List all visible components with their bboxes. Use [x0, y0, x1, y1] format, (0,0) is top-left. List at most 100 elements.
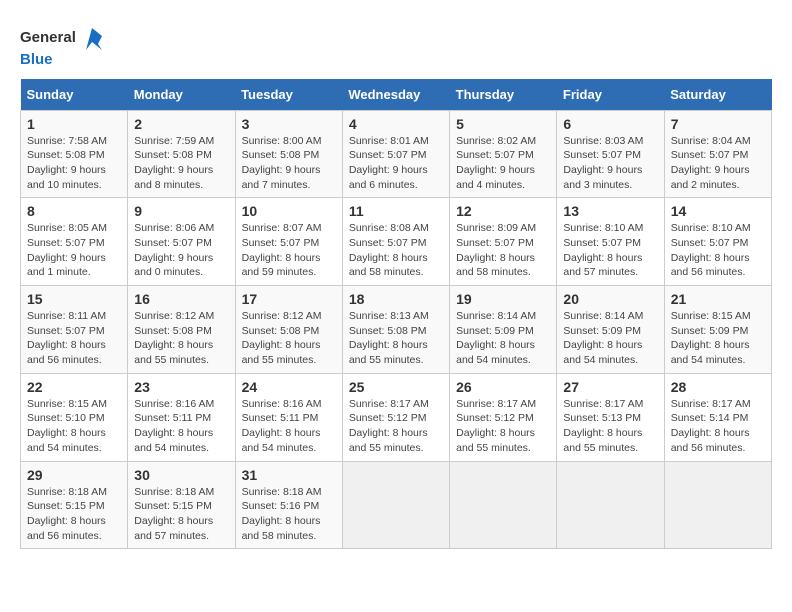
day-number: 21 — [671, 291, 765, 307]
day-detail: Sunrise: 8:10 AM Sunset: 5:07 PM Dayligh… — [563, 221, 657, 280]
day-detail: Sunrise: 7:59 AM Sunset: 5:08 PM Dayligh… — [134, 134, 228, 193]
day-number: 28 — [671, 379, 765, 395]
calendar-cell: 27 Sunrise: 8:17 AM Sunset: 5:13 PM Dayl… — [557, 373, 664, 461]
calendar-cell: 19 Sunrise: 8:14 AM Sunset: 5:09 PM Dayl… — [450, 286, 557, 374]
day-number: 6 — [563, 116, 657, 132]
calendar-cell: 9 Sunrise: 8:06 AM Sunset: 5:07 PM Dayli… — [128, 198, 235, 286]
day-number: 24 — [242, 379, 336, 395]
day-number: 4 — [349, 116, 443, 132]
day-number: 29 — [27, 467, 121, 483]
calendar-cell: 1 Sunrise: 7:58 AM Sunset: 5:08 PM Dayli… — [21, 110, 128, 198]
calendar-cell — [557, 461, 664, 549]
header-saturday: Saturday — [664, 79, 771, 111]
logo: General Blue — [20, 20, 106, 69]
logo-blue: Blue — [20, 52, 106, 69]
day-detail: Sunrise: 8:17 AM Sunset: 5:14 PM Dayligh… — [671, 397, 765, 456]
calendar-cell: 3 Sunrise: 8:00 AM Sunset: 5:08 PM Dayli… — [235, 110, 342, 198]
week-row-1: 1 Sunrise: 7:58 AM Sunset: 5:08 PM Dayli… — [21, 110, 772, 198]
calendar-cell: 16 Sunrise: 8:12 AM Sunset: 5:08 PM Dayl… — [128, 286, 235, 374]
week-row-2: 8 Sunrise: 8:05 AM Sunset: 5:07 PM Dayli… — [21, 198, 772, 286]
day-number: 16 — [134, 291, 228, 307]
day-number: 12 — [456, 203, 550, 219]
day-number: 17 — [242, 291, 336, 307]
header-wednesday: Wednesday — [342, 79, 449, 111]
calendar-header-row: SundayMondayTuesdayWednesdayThursdayFrid… — [21, 79, 772, 111]
week-row-5: 29 Sunrise: 8:18 AM Sunset: 5:15 PM Dayl… — [21, 461, 772, 549]
day-detail: Sunrise: 8:08 AM Sunset: 5:07 PM Dayligh… — [349, 221, 443, 280]
day-detail: Sunrise: 8:11 AM Sunset: 5:07 PM Dayligh… — [27, 309, 121, 368]
calendar-cell: 28 Sunrise: 8:17 AM Sunset: 5:14 PM Dayl… — [664, 373, 771, 461]
day-detail: Sunrise: 8:01 AM Sunset: 5:07 PM Dayligh… — [349, 134, 443, 193]
calendar-cell: 26 Sunrise: 8:17 AM Sunset: 5:12 PM Dayl… — [450, 373, 557, 461]
day-detail: Sunrise: 8:03 AM Sunset: 5:07 PM Dayligh… — [563, 134, 657, 193]
day-detail: Sunrise: 8:16 AM Sunset: 5:11 PM Dayligh… — [242, 397, 336, 456]
calendar-cell: 4 Sunrise: 8:01 AM Sunset: 5:07 PM Dayli… — [342, 110, 449, 198]
day-detail: Sunrise: 8:13 AM Sunset: 5:08 PM Dayligh… — [349, 309, 443, 368]
calendar-cell: 8 Sunrise: 8:05 AM Sunset: 5:07 PM Dayli… — [21, 198, 128, 286]
day-detail: Sunrise: 8:14 AM Sunset: 5:09 PM Dayligh… — [563, 309, 657, 368]
calendar-cell: 14 Sunrise: 8:10 AM Sunset: 5:07 PM Dayl… — [664, 198, 771, 286]
page-header: General Blue — [20, 20, 772, 69]
day-number: 23 — [134, 379, 228, 395]
day-number: 26 — [456, 379, 550, 395]
calendar-cell: 10 Sunrise: 8:07 AM Sunset: 5:07 PM Dayl… — [235, 198, 342, 286]
calendar-cell: 6 Sunrise: 8:03 AM Sunset: 5:07 PM Dayli… — [557, 110, 664, 198]
calendar-cell: 31 Sunrise: 8:18 AM Sunset: 5:16 PM Dayl… — [235, 461, 342, 549]
header-sunday: Sunday — [21, 79, 128, 111]
day-number: 31 — [242, 467, 336, 483]
calendar-cell: 18 Sunrise: 8:13 AM Sunset: 5:08 PM Dayl… — [342, 286, 449, 374]
day-number: 8 — [27, 203, 121, 219]
day-detail: Sunrise: 8:04 AM Sunset: 5:07 PM Dayligh… — [671, 134, 765, 193]
day-number: 15 — [27, 291, 121, 307]
header-tuesday: Tuesday — [235, 79, 342, 111]
day-number: 3 — [242, 116, 336, 132]
day-detail: Sunrise: 8:15 AM Sunset: 5:10 PM Dayligh… — [27, 397, 121, 456]
day-detail: Sunrise: 8:14 AM Sunset: 5:09 PM Dayligh… — [456, 309, 550, 368]
calendar-cell: 21 Sunrise: 8:15 AM Sunset: 5:09 PM Dayl… — [664, 286, 771, 374]
day-detail: Sunrise: 7:58 AM Sunset: 5:08 PM Dayligh… — [27, 134, 121, 193]
logo-bird-icon — [78, 24, 106, 52]
day-number: 20 — [563, 291, 657, 307]
logo-general: General — [20, 30, 76, 47]
day-number: 11 — [349, 203, 443, 219]
day-detail: Sunrise: 8:16 AM Sunset: 5:11 PM Dayligh… — [134, 397, 228, 456]
day-detail: Sunrise: 8:17 AM Sunset: 5:12 PM Dayligh… — [456, 397, 550, 456]
day-detail: Sunrise: 8:02 AM Sunset: 5:07 PM Dayligh… — [456, 134, 550, 193]
day-number: 2 — [134, 116, 228, 132]
week-row-4: 22 Sunrise: 8:15 AM Sunset: 5:10 PM Dayl… — [21, 373, 772, 461]
calendar-cell: 23 Sunrise: 8:16 AM Sunset: 5:11 PM Dayl… — [128, 373, 235, 461]
day-detail: Sunrise: 8:18 AM Sunset: 5:15 PM Dayligh… — [27, 485, 121, 544]
day-detail: Sunrise: 8:05 AM Sunset: 5:07 PM Dayligh… — [27, 221, 121, 280]
day-number: 30 — [134, 467, 228, 483]
day-number: 25 — [349, 379, 443, 395]
day-number: 9 — [134, 203, 228, 219]
calendar-cell: 7 Sunrise: 8:04 AM Sunset: 5:07 PM Dayli… — [664, 110, 771, 198]
day-number: 13 — [563, 203, 657, 219]
logo-container: General Blue — [20, 24, 106, 69]
calendar-cell: 12 Sunrise: 8:09 AM Sunset: 5:07 PM Dayl… — [450, 198, 557, 286]
calendar-cell: 29 Sunrise: 8:18 AM Sunset: 5:15 PM Dayl… — [21, 461, 128, 549]
day-detail: Sunrise: 8:18 AM Sunset: 5:15 PM Dayligh… — [134, 485, 228, 544]
calendar-cell — [450, 461, 557, 549]
calendar-cell: 17 Sunrise: 8:12 AM Sunset: 5:08 PM Dayl… — [235, 286, 342, 374]
day-detail: Sunrise: 8:07 AM Sunset: 5:07 PM Dayligh… — [242, 221, 336, 280]
day-number: 10 — [242, 203, 336, 219]
calendar-cell: 20 Sunrise: 8:14 AM Sunset: 5:09 PM Dayl… — [557, 286, 664, 374]
calendar-cell: 22 Sunrise: 8:15 AM Sunset: 5:10 PM Dayl… — [21, 373, 128, 461]
day-number: 7 — [671, 116, 765, 132]
day-number: 18 — [349, 291, 443, 307]
calendar-cell — [342, 461, 449, 549]
day-detail: Sunrise: 8:15 AM Sunset: 5:09 PM Dayligh… — [671, 309, 765, 368]
day-detail: Sunrise: 8:17 AM Sunset: 5:13 PM Dayligh… — [563, 397, 657, 456]
calendar-cell: 11 Sunrise: 8:08 AM Sunset: 5:07 PM Dayl… — [342, 198, 449, 286]
calendar-cell: 24 Sunrise: 8:16 AM Sunset: 5:11 PM Dayl… — [235, 373, 342, 461]
calendar-cell: 30 Sunrise: 8:18 AM Sunset: 5:15 PM Dayl… — [128, 461, 235, 549]
day-number: 5 — [456, 116, 550, 132]
calendar-cell — [664, 461, 771, 549]
day-number: 22 — [27, 379, 121, 395]
calendar-cell: 13 Sunrise: 8:10 AM Sunset: 5:07 PM Dayl… — [557, 198, 664, 286]
day-detail: Sunrise: 8:06 AM Sunset: 5:07 PM Dayligh… — [134, 221, 228, 280]
day-number: 27 — [563, 379, 657, 395]
header-friday: Friday — [557, 79, 664, 111]
day-detail: Sunrise: 8:09 AM Sunset: 5:07 PM Dayligh… — [456, 221, 550, 280]
